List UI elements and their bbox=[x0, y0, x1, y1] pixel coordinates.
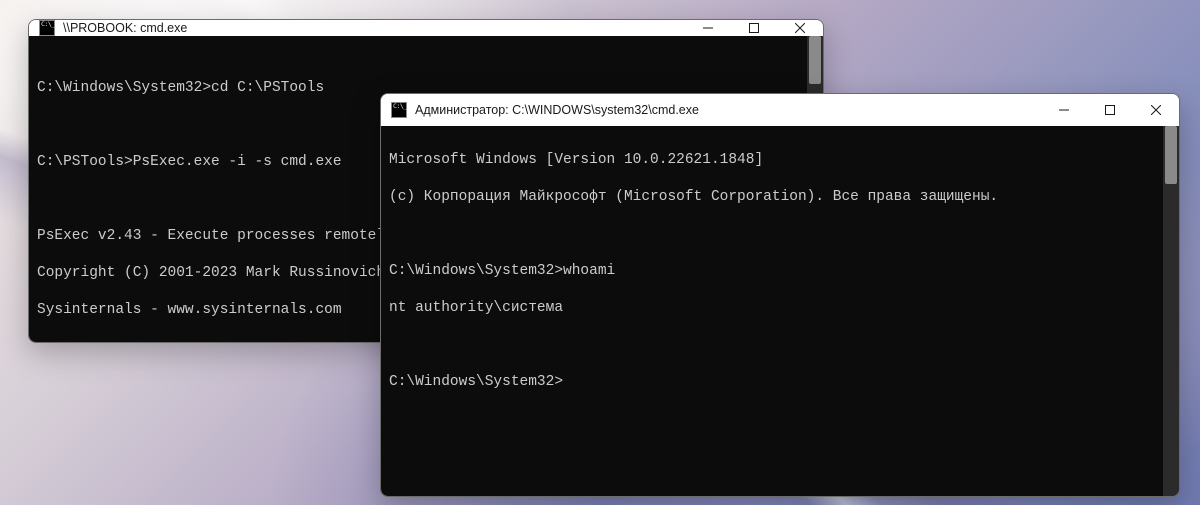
vertical-scrollbar[interactable] bbox=[1163, 126, 1179, 496]
window-buttons bbox=[1041, 94, 1179, 126]
minimize-icon bbox=[703, 23, 713, 33]
cmd-icon bbox=[39, 20, 55, 36]
maximize-button[interactable] bbox=[731, 20, 777, 36]
cmd-window-admin[interactable]: Администратор: C:\WINDOWS\system32\cmd.e… bbox=[380, 93, 1180, 497]
minimize-button[interactable] bbox=[685, 20, 731, 36]
maximize-button[interactable] bbox=[1087, 94, 1133, 126]
window-title: \\PROBOOK: cmd.exe bbox=[63, 21, 685, 35]
minimize-button[interactable] bbox=[1041, 94, 1087, 126]
terminal-line bbox=[389, 336, 1155, 355]
window-buttons bbox=[685, 20, 823, 36]
title-bar[interactable]: Администратор: C:\WINDOWS\system32\cmd.e… bbox=[381, 94, 1179, 126]
window-title: Администратор: C:\WINDOWS\system32\cmd.e… bbox=[415, 103, 1041, 117]
terminal-line: nt authority\система bbox=[389, 299, 1155, 318]
maximize-icon bbox=[1105, 105, 1115, 115]
terminal-line bbox=[389, 225, 1155, 244]
terminal-line: Microsoft Windows [Version 10.0.22621.18… bbox=[389, 151, 1155, 170]
terminal-client-area: Microsoft Windows [Version 10.0.22621.18… bbox=[381, 126, 1179, 496]
scrollbar-thumb[interactable] bbox=[809, 36, 821, 84]
terminal-line: C:\Windows\System32>whoami bbox=[389, 262, 1155, 281]
close-button[interactable] bbox=[1133, 94, 1179, 126]
terminal-output[interactable]: Microsoft Windows [Version 10.0.22621.18… bbox=[381, 126, 1163, 496]
title-bar[interactable]: \\PROBOOK: cmd.exe bbox=[29, 20, 823, 36]
cmd-icon bbox=[391, 102, 407, 118]
terminal-line: C:\Windows\System32> bbox=[389, 373, 1155, 392]
minimize-icon bbox=[1059, 105, 1069, 115]
scrollbar-thumb[interactable] bbox=[1165, 126, 1177, 184]
close-icon bbox=[1151, 105, 1161, 115]
terminal-line: (c) Корпорация Майкрософт (Microsoft Cor… bbox=[389, 188, 1155, 207]
close-button[interactable] bbox=[777, 20, 823, 36]
maximize-icon bbox=[749, 23, 759, 33]
close-icon bbox=[795, 23, 805, 33]
